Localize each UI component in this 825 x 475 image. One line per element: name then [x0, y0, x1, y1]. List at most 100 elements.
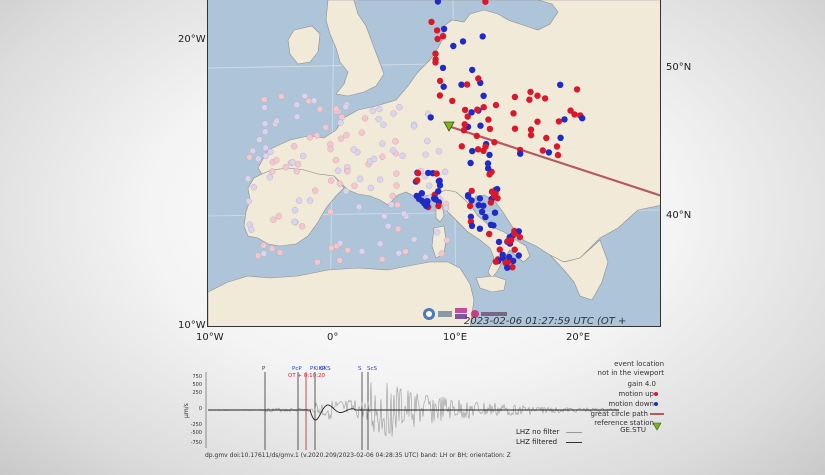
faint-station-dot: [389, 192, 397, 200]
faint-station-dot: [393, 170, 400, 177]
svg-text:500: 500: [192, 382, 202, 388]
station-dot: [474, 106, 481, 113]
faint-station-dot: [342, 188, 350, 195]
faint-station-dot: [376, 105, 383, 113]
faint-station-dot: [291, 218, 298, 226]
station-dot: [466, 202, 474, 210]
faint-station-dot: [266, 174, 273, 181]
station-dot: [439, 33, 447, 40]
station-dot: [468, 222, 476, 229]
station-dot: [487, 199, 495, 206]
faint-station-dot: [384, 222, 392, 230]
faint-station-dot: [313, 132, 321, 139]
faint-station-dot: [388, 201, 395, 208]
faint-station-dot: [344, 168, 351, 175]
legend-motion-down: motion down: [608, 400, 654, 408]
faint-station-dot: [424, 137, 431, 145]
faint-station-dot: [260, 242, 267, 249]
faint-station-dot: [332, 105, 340, 113]
station-dot: [486, 230, 493, 238]
legend-motion-down-dot: [654, 402, 658, 406]
station-dot: [458, 81, 465, 88]
station-dot: [468, 187, 475, 195]
legend-lhz-no-filter: LHZ no filter: [516, 428, 560, 436]
faint-station-dot: [394, 225, 402, 233]
station-dot: [484, 165, 492, 172]
faint-station-dot: [261, 104, 268, 111]
station-dot: [476, 225, 484, 232]
faint-station-dot: [327, 145, 334, 153]
faint-station-dot: [337, 119, 344, 126]
faint-station-dot: [376, 240, 384, 248]
station-dot: [439, 64, 447, 72]
faint-station-dot: [261, 120, 269, 127]
faint-station-dot: [381, 212, 388, 220]
station-dot: [491, 209, 499, 216]
faint-station-dot: [441, 168, 449, 176]
faint-station-dot: [410, 236, 418, 243]
station-dot: [467, 159, 474, 167]
faint-station-dot: [393, 182, 400, 189]
faint-station-dot: [245, 198, 252, 205]
station-dot: [539, 147, 546, 154]
station-dot: [527, 132, 535, 139]
station-dot: [434, 35, 441, 43]
station-dot: [480, 92, 487, 100]
lat-label-right-bottom: 40°N: [666, 210, 692, 221]
station-dot: [475, 75, 482, 82]
lat-label-left-top: 20°W: [178, 34, 206, 45]
station-dot: [554, 151, 562, 159]
faint-station-dot: [369, 107, 377, 114]
faint-station-dot: [396, 104, 403, 111]
faint-station-dot: [376, 176, 384, 183]
faint-station-dot: [273, 156, 280, 164]
legend-lhz-no-filter-line: [566, 432, 582, 433]
station-dot: [543, 134, 550, 142]
faint-station-dot: [392, 138, 399, 145]
legend-gain: gain 4.0: [627, 380, 656, 388]
station-dot: [477, 122, 484, 129]
station-dot: [555, 118, 563, 125]
station-dot: [414, 177, 421, 184]
faint-station-dot: [343, 131, 350, 139]
station-dot: [492, 101, 500, 109]
faint-station-dot: [337, 135, 345, 142]
faint-station-dot: [282, 164, 290, 171]
legend-reference-station-icon: [652, 422, 662, 431]
svg-text:750: 750: [192, 374, 202, 380]
faint-station-dot: [249, 147, 256, 155]
faint-station-dot: [268, 245, 276, 253]
station-dot: [487, 221, 495, 228]
station-dot: [418, 197, 426, 204]
legend-lhz-filtered: LHZ filtered: [516, 438, 558, 446]
map-timestamp: 2023-02-06 01:27:59 UTC (OT + 0:10:20): [464, 316, 627, 327]
station-dot: [459, 38, 467, 45]
station-dot: [414, 169, 422, 177]
legend-reference-station-code: GE.STU: [620, 426, 646, 434]
legend-motion-up-dot: [654, 392, 658, 396]
faint-station-dot: [250, 184, 257, 191]
faint-station-dot: [261, 96, 268, 103]
station-dot: [561, 116, 568, 123]
station-dot: [463, 81, 471, 88]
station-dot: [527, 88, 534, 96]
station-map[interactable]: 2023-02-06 01:27:59 UTC (OT + 0:10:20): [207, 0, 661, 327]
station-dot: [491, 139, 498, 146]
faint-station-dot: [322, 124, 330, 131]
station-dot: [440, 83, 447, 90]
faint-station-dot: [276, 249, 284, 256]
faint-station-dot: [301, 92, 309, 100]
lon-label-10e: 10°E: [443, 332, 468, 343]
station-dot: [418, 190, 425, 197]
faint-station-dot: [293, 168, 301, 175]
faint-station-dot: [334, 167, 342, 174]
faint-station-dot: [327, 177, 335, 184]
station-dot: [557, 81, 564, 89]
faint-station-dot: [338, 114, 346, 121]
faint-station-dot: [438, 250, 445, 257]
svg-text:250: 250: [192, 390, 202, 396]
faint-station-dot: [361, 115, 369, 122]
station-dot: [433, 170, 440, 177]
station-dot: [468, 109, 475, 116]
station-dot: [469, 147, 476, 155]
